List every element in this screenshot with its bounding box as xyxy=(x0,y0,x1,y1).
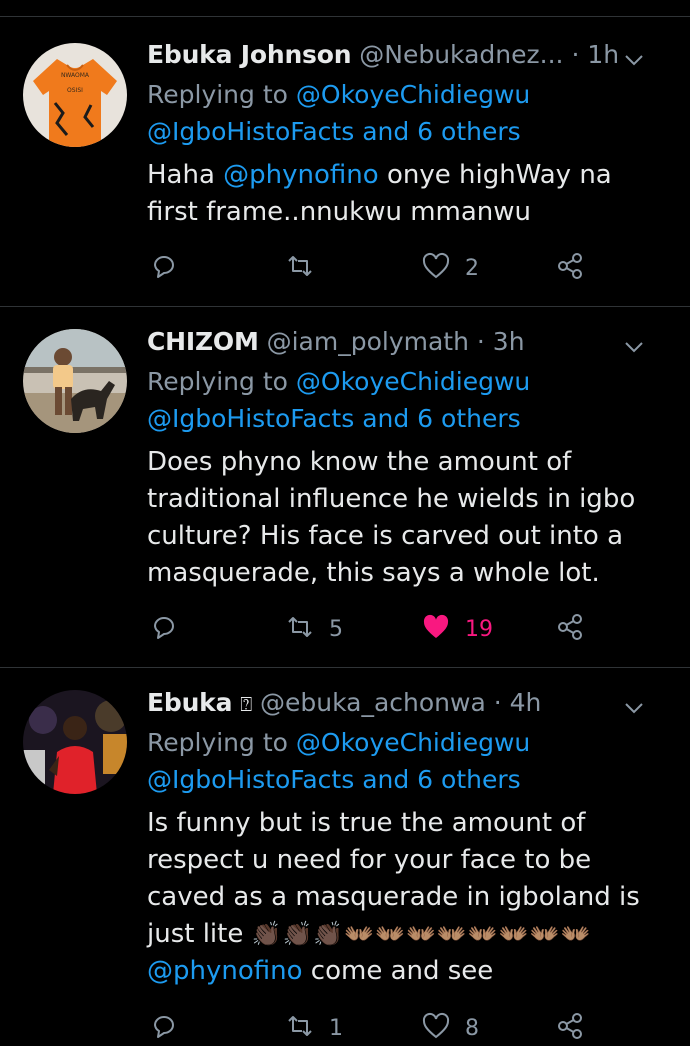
replying-to: Replying to @OkoyeChidiegwu xyxy=(147,76,530,113)
user-handle[interactable]: @Nebukadnez... xyxy=(359,40,563,69)
timestamp[interactable]: · 4h xyxy=(494,688,542,717)
shirt-text: NWAOMA xyxy=(61,72,90,79)
chevron-down-icon[interactable] xyxy=(623,332,645,354)
retweet-count: 1 xyxy=(329,1015,343,1041)
tweet-actions: 1 8 xyxy=(147,1010,597,1046)
retweet-icon xyxy=(285,1011,315,1045)
reply-icon xyxy=(149,251,179,285)
like-count: 8 xyxy=(465,1015,479,1041)
retweet-button[interactable] xyxy=(285,250,329,286)
replying-to-label: Replying to xyxy=(147,728,296,757)
like-icon xyxy=(421,251,451,285)
replying-to-more[interactable]: @IgboHistoFacts and 6 others xyxy=(147,400,521,437)
mention-link[interactable]: @OkoyeChidiegwu xyxy=(296,367,530,396)
avatar[interactable] xyxy=(23,329,127,433)
like-count: 2 xyxy=(465,255,479,281)
retweet-icon xyxy=(285,612,315,646)
clap-emojis: 👏🏿👏🏿👏🏿👐🏽👐🏽👐🏽👐🏽👐🏽👐🏽👐🏽👐🏽 xyxy=(251,920,592,948)
display-name[interactable]: Ebuka xyxy=(147,688,232,717)
user-handle[interactable]: @iam_polymath xyxy=(267,327,469,356)
tweet-text: Does phyno know the amount of traditiona… xyxy=(147,447,636,588)
like-button[interactable]: 19 xyxy=(421,611,493,647)
reply-icon xyxy=(149,1011,179,1045)
timestamp[interactable]: · 3h xyxy=(477,327,525,356)
avatar[interactable] xyxy=(23,690,127,794)
mention-link[interactable]: @OkoyeChidiegwu xyxy=(296,728,530,757)
replying-to-label: Replying to xyxy=(147,80,296,109)
tweet-actions: 5 19 xyxy=(147,611,597,647)
reply-button[interactable] xyxy=(149,250,193,286)
like-count: 19 xyxy=(465,616,493,642)
tweet-header: Ebuka Johnson @Nebukadnez... · 1h xyxy=(147,37,670,73)
tweet-2[interactable]: CHIZOM @iam_polymath · 3h Replying to @O… xyxy=(0,307,690,668)
replying-to-more[interactable]: @IgboHistoFacts and 6 others xyxy=(147,113,521,150)
share-icon xyxy=(555,251,585,285)
like-icon xyxy=(421,1011,451,1045)
tweet-text-part: Haha xyxy=(147,160,224,190)
mention-link[interactable]: @IgboHistoFacts and 6 others xyxy=(147,117,521,146)
replying-to: Replying to @OkoyeChidiegwu xyxy=(147,363,530,400)
tweet-text-part: come and see xyxy=(302,956,494,986)
retweet-count: 5 xyxy=(329,616,343,642)
tweet-3[interactable]: Ebuka ⍰ @ebuka_achonwa · 4h Replying to … xyxy=(0,668,690,1045)
tweet-text: Is funny but is true the amount of respe… xyxy=(147,805,670,990)
mention-link[interactable]: @IgboHistoFacts and 6 others xyxy=(147,765,521,794)
share-button[interactable] xyxy=(555,1010,585,1046)
replying-to: Replying to @OkoyeChidiegwu xyxy=(147,724,530,761)
mention-link[interactable]: @OkoyeChidiegwu xyxy=(296,80,530,109)
share-button[interactable] xyxy=(555,250,585,286)
share-icon xyxy=(555,1011,585,1045)
retweet-icon xyxy=(285,251,315,285)
mention-link[interactable]: @phynofino xyxy=(223,160,379,190)
mention-link[interactable]: @IgboHistoFacts and 6 others xyxy=(147,404,521,433)
display-name[interactable]: Ebuka Johnson xyxy=(147,40,352,69)
reply-button[interactable] xyxy=(149,611,193,647)
like-icon xyxy=(421,612,451,646)
replying-to-label: Replying to xyxy=(147,367,296,396)
like-button[interactable]: 2 xyxy=(421,250,479,286)
shirt-text: OSISI xyxy=(67,87,83,94)
like-button[interactable]: 8 xyxy=(421,1010,479,1046)
chevron-down-icon[interactable] xyxy=(623,45,645,67)
reply-icon xyxy=(149,612,179,646)
chevron-down-icon[interactable] xyxy=(623,693,645,715)
share-button[interactable] xyxy=(555,611,585,647)
replying-to-more[interactable]: @IgboHistoFacts and 6 others xyxy=(147,761,521,798)
mention-link[interactable]: @phynofino xyxy=(147,956,303,986)
user-handle[interactable]: @ebuka_achonwa xyxy=(260,688,486,717)
name-emoji-glyph: ⍰ xyxy=(240,692,253,716)
timestamp[interactable]: · 1h xyxy=(571,40,619,69)
tweet-header: CHIZOM @iam_polymath · 3h xyxy=(147,324,670,360)
tweet-text: Haha @phynofino onye highWay na first fr… xyxy=(147,157,670,231)
share-icon xyxy=(555,612,585,646)
tweet-actions: 2 xyxy=(147,250,597,286)
display-name[interactable]: CHIZOM xyxy=(147,327,259,356)
retweet-button[interactable]: 5 xyxy=(285,611,343,647)
tweet-1[interactable]: NWAOMA OSISI Ebuka Johnson @Nebukadnez..… xyxy=(0,17,690,307)
reply-button[interactable] xyxy=(149,1010,193,1046)
avatar[interactable]: NWAOMA OSISI xyxy=(23,43,127,147)
retweet-button[interactable]: 1 xyxy=(285,1010,343,1046)
tweet-header: Ebuka ⍰ @ebuka_achonwa · 4h xyxy=(147,685,670,721)
